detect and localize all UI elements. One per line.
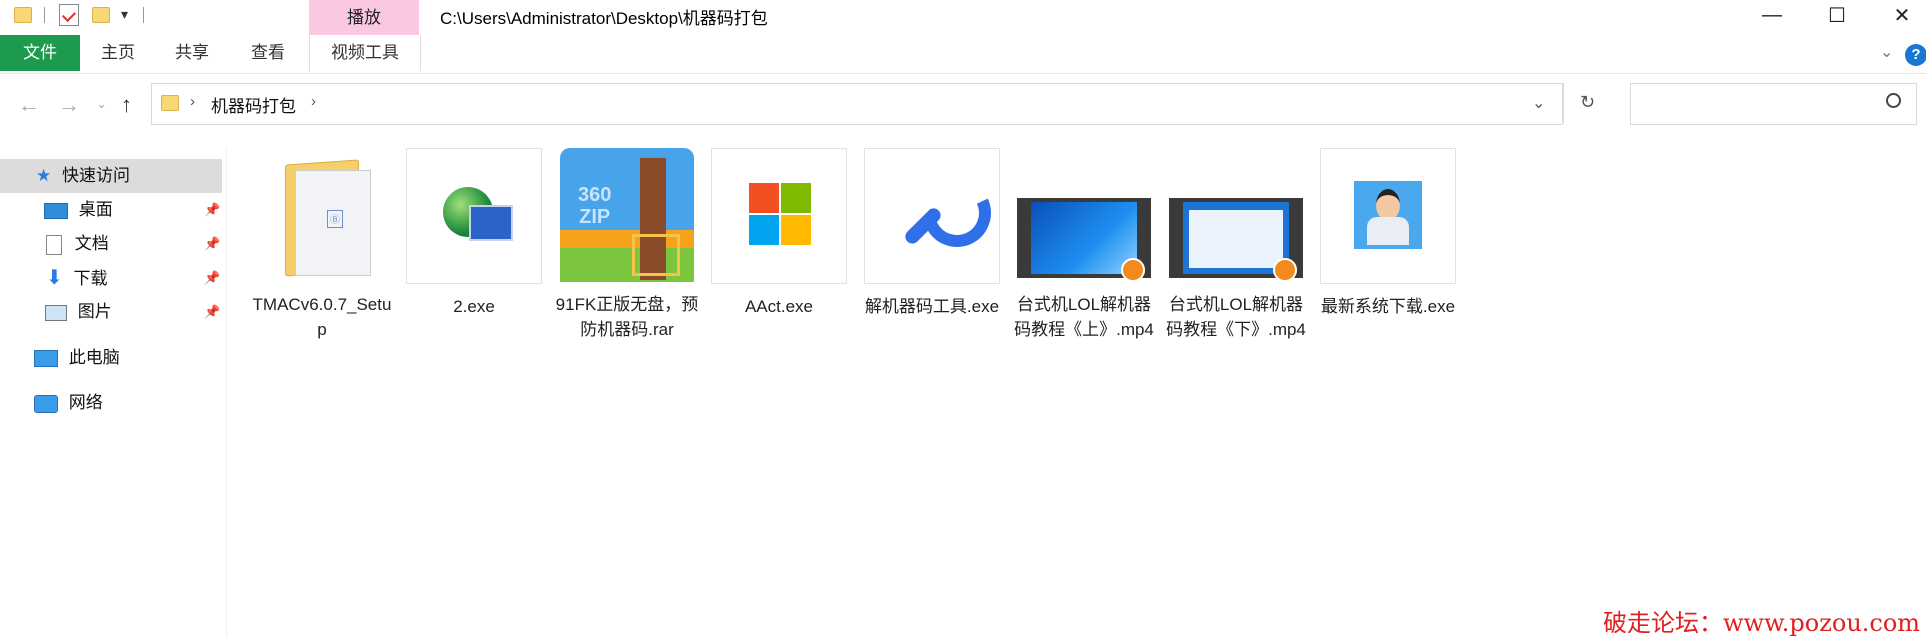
folder-thumbnail: Ⓑ bbox=[255, 148, 389, 282]
sidebar-item-label: 快速访问 bbox=[61, 166, 130, 185]
sidebar-item-label: 文档 bbox=[74, 234, 109, 253]
file-item[interactable]: 台式机LOL解机器码教程《上》.mp4 bbox=[1010, 148, 1158, 342]
pictures-icon bbox=[45, 304, 67, 321]
back-button[interactable]: ← bbox=[18, 92, 40, 118]
file-name: 91FK正版无盘，预防机器码.rar bbox=[555, 295, 699, 339]
video-thumbnail-icon bbox=[1169, 148, 1303, 282]
sidebar-item-downloads[interactable]: ⬇ 下载 📌 bbox=[46, 261, 224, 295]
pin-icon[interactable]: 📌 bbox=[204, 295, 220, 329]
file-name: TMACv6.0.7_Setup bbox=[252, 295, 392, 339]
file-name: 解机器码工具.exe bbox=[864, 297, 1000, 316]
sidebar-item-documents[interactable]: 文档 📌 bbox=[46, 227, 224, 261]
forward-button[interactable]: → bbox=[58, 92, 80, 118]
globe-exe-icon bbox=[406, 148, 542, 284]
wrench-icon bbox=[864, 148, 1001, 284]
document-icon bbox=[46, 234, 62, 255]
zip-archive-icon: 360 ZIP bbox=[560, 148, 694, 282]
file-item[interactable]: 台式机LOL解机器码教程《下》.mp4 bbox=[1162, 148, 1310, 342]
tab-share[interactable]: 共享 bbox=[162, 35, 222, 71]
title-bar: ▾ C:\Users\Administrator\Desktop\机器码打包 —… bbox=[0, 0, 1926, 30]
file-name: 台式机LOL解机器码教程《下》.mp4 bbox=[1166, 295, 1306, 339]
pin-icon[interactable]: 📌 bbox=[204, 193, 220, 227]
sidebar-item-quick-access[interactable]: ★ 快速访问 bbox=[36, 159, 130, 193]
recent-locations-icon[interactable]: ⌄ bbox=[96, 96, 107, 112]
search-icon[interactable] bbox=[1886, 93, 1901, 108]
window-title: C:\Users\Administrator\Desktop\机器码打包 bbox=[440, 9, 768, 28]
folder-icon[interactable] bbox=[14, 7, 32, 23]
address-bar[interactable] bbox=[151, 83, 1563, 125]
person-exe-icon bbox=[1320, 148, 1456, 284]
sidebar-item-label: 下载 bbox=[73, 269, 108, 288]
breadcrumb-item[interactable]: 机器码打包 bbox=[211, 92, 296, 117]
sidebar-item-network[interactable]: 网络 bbox=[34, 386, 103, 420]
properties-icon[interactable] bbox=[59, 4, 79, 26]
file-name: 台式机LOL解机器码教程《上》.mp4 bbox=[1014, 295, 1154, 339]
breadcrumb-separator-icon[interactable]: › bbox=[311, 93, 316, 110]
close-button[interactable]: ✕ bbox=[1879, 0, 1925, 30]
pin-icon[interactable]: 📌 bbox=[204, 227, 220, 261]
sidebar-item-desktop[interactable]: 桌面 📌 bbox=[44, 193, 224, 227]
qat-customize-icon[interactable]: ▾ bbox=[121, 6, 128, 23]
watermark: 破走论坛：www.pozou.com bbox=[1603, 609, 1921, 637]
video-thumbnail-icon bbox=[1017, 148, 1151, 282]
new-folder-icon[interactable] bbox=[92, 7, 110, 23]
tab-video-tools[interactable]: 视频工具 bbox=[309, 35, 421, 71]
file-item[interactable]: 解机器码工具.exe bbox=[858, 148, 1006, 319]
file-item[interactable]: 2.exe bbox=[400, 148, 548, 319]
pin-icon[interactable]: 📌 bbox=[204, 261, 220, 295]
expand-ribbon-icon[interactable]: ⌄ bbox=[1880, 42, 1893, 62]
file-name: 最新系统下载.exe bbox=[1320, 297, 1456, 316]
file-item[interactable]: 360 ZIP 91FK正版无盘，预防机器码.rar bbox=[553, 148, 701, 342]
download-icon: ⬇ bbox=[46, 267, 63, 289]
sidebar-item-label: 图片 bbox=[77, 302, 112, 321]
windows-logo-icon bbox=[711, 148, 847, 284]
minimize-button[interactable]: — bbox=[1749, 0, 1795, 30]
network-icon bbox=[34, 394, 58, 413]
tab-view[interactable]: 查看 bbox=[238, 35, 298, 71]
sidebar-item-label: 网络 bbox=[68, 393, 103, 412]
file-name: 2.exe bbox=[453, 297, 495, 316]
divider bbox=[1563, 83, 1564, 123]
sidebar-item-this-pc[interactable]: 此电脑 bbox=[34, 341, 120, 375]
tab-home[interactable]: 主页 bbox=[88, 35, 148, 71]
address-dropdown-icon[interactable]: ⌄ bbox=[1532, 93, 1545, 113]
context-tab-header: 播放 bbox=[309, 0, 419, 35]
help-button[interactable]: ? bbox=[1905, 44, 1926, 66]
refresh-button[interactable]: ↻ bbox=[1580, 92, 1595, 113]
file-item[interactable]: 最新系统下载.exe bbox=[1314, 148, 1462, 319]
sidebar-item-pictures[interactable]: 图片 📌 bbox=[45, 295, 224, 329]
star-icon: ★ bbox=[36, 166, 52, 185]
sidebar-item-label: 此电脑 bbox=[68, 348, 120, 367]
divider bbox=[44, 7, 45, 23]
divider bbox=[143, 7, 144, 23]
up-button[interactable]: ↑ bbox=[121, 92, 132, 118]
sidebar-item-label: 桌面 bbox=[78, 200, 113, 219]
maximize-button[interactable]: ☐ bbox=[1814, 0, 1860, 30]
search-input[interactable] bbox=[1630, 83, 1917, 125]
file-item[interactable]: AAct.exe bbox=[705, 148, 853, 319]
computer-icon bbox=[34, 350, 58, 368]
tab-file[interactable]: 文件 bbox=[0, 35, 80, 71]
desktop-icon bbox=[44, 202, 68, 219]
breadcrumb-separator-icon[interactable]: › bbox=[190, 93, 195, 110]
folder-icon bbox=[161, 95, 179, 111]
file-name: AAct.exe bbox=[744, 297, 814, 316]
file-item[interactable]: Ⓑ TMACv6.0.7_Setup bbox=[248, 148, 396, 342]
